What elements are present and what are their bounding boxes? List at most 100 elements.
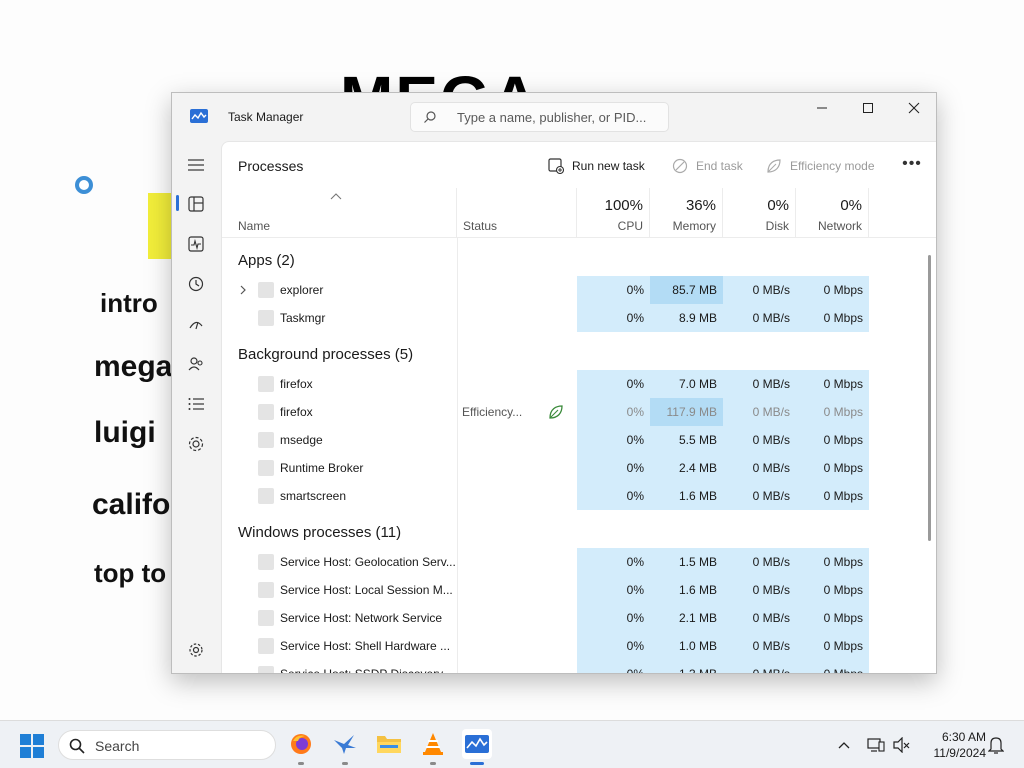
process-row[interactable]: Service Host: Local Session M... 0% 1.6 MB… (222, 576, 922, 604)
process-row[interactable]: msedge 0% 5.5 MB 0 MB/s 0 Mbps (222, 426, 922, 454)
end-task-label: End task (696, 159, 743, 173)
process-row[interactable]: Service Host: Network Service 0% 2.1 MB 0 M… (222, 604, 922, 632)
process-row[interactable]: explorer 0% 85.7 MB 0 MB/s 0 Mbps (222, 276, 922, 304)
details-icon[interactable] (186, 394, 206, 414)
process-name: Service Host: SSDP Discovery (280, 667, 444, 674)
notifications-button[interactable] (986, 735, 1006, 755)
background-word: top to (94, 558, 167, 588)
process-memory: 1.3 MB (678, 667, 717, 674)
process-row[interactable]: Service Host: SSDP Discovery 0% 1.3 MB 0 MB… (222, 660, 922, 674)
process-memory: 1.6 MB (678, 583, 717, 597)
volume-muted-button[interactable] (892, 735, 912, 755)
process-name: Runtime Broker (280, 461, 364, 475)
taskbar-search[interactable]: Search (58, 730, 276, 760)
process-icon (258, 310, 274, 326)
process-name: explorer (280, 283, 324, 297)
process-row[interactable]: Taskmgr 0% 8.9 MB 0 MB/s 0 Mbps (222, 304, 922, 332)
process-disk: 0 MB/s (752, 433, 790, 447)
search-placeholder: Type a name, publisher, or PID... (457, 110, 647, 125)
process-cpu: 0% (626, 283, 644, 297)
minimize-button[interactable] (799, 93, 845, 123)
taskbar-app-bird[interactable] (330, 729, 360, 765)
disk-total: 0% (767, 197, 789, 214)
memory-column-header[interactable]: 36% Memory (650, 188, 723, 238)
group-header-background[interactable]: Background processes (5) (238, 346, 413, 363)
file-explorer-icon (377, 736, 401, 753)
process-memory: 85.7 MB (672, 283, 717, 297)
close-button[interactable] (891, 93, 936, 123)
cpu-column-header[interactable]: 100% CPU (577, 188, 650, 238)
process-name: smartscreen (280, 489, 347, 503)
process-memory: 117.9 MB (666, 405, 717, 419)
process-icon (258, 666, 274, 673)
system-clock[interactable]: 6:30 AM 11/9/2024 (920, 729, 987, 761)
process-disk: 0 MB/s (752, 377, 790, 391)
process-memory: 2.4 MB (678, 461, 717, 475)
status-column-header[interactable]: Status (457, 188, 577, 238)
sort-ascending-icon (330, 193, 342, 200)
process-network: 0 Mbps (823, 583, 863, 597)
run-new-task-button[interactable]: Run new task (548, 157, 645, 175)
process-row[interactable]: Runtime Broker 0% 2.4 MB 0 MB/s 0 Mbps (222, 454, 922, 482)
windows-start-icon[interactable] (20, 734, 44, 758)
taskbar: Search 6:30 AM 11/9/2024 (0, 720, 1024, 768)
process-cpu: 0% (626, 489, 644, 503)
process-disk: 0 MB/s (752, 583, 790, 597)
process-icon (258, 488, 274, 504)
app-history-icon[interactable] (186, 274, 206, 294)
page-title: Processes (238, 158, 304, 174)
chevron-right-icon[interactable] (238, 284, 248, 296)
settings-icon[interactable] (186, 640, 206, 660)
group-header-apps[interactable]: Apps (2) (238, 252, 295, 269)
process-row[interactable]: firefox Efficiency... 0% 117.9 MB 0 MB/s 0 Mb… (222, 398, 922, 426)
end-task-button[interactable]: End task (672, 157, 743, 175)
taskbar-app-task-manager[interactable] (462, 729, 492, 765)
process-cpu: 0% (626, 405, 644, 419)
taskbar-app-vlc[interactable] (418, 729, 448, 765)
process-row[interactable]: Service Host: Shell Hardware ... 0% 1.0 MB… (222, 632, 922, 660)
title-bar[interactable]: Task Manager Type a name, publisher, or … (172, 93, 936, 141)
search-input[interactable]: Type a name, publisher, or PID... (410, 102, 669, 132)
column-header-row: Name Status 100% CPU 36% Memory 0% Disk … (222, 188, 936, 238)
process-disk: 0 MB/s (752, 311, 790, 325)
performance-icon[interactable] (186, 234, 206, 254)
show-hidden-icons-button[interactable] (834, 735, 854, 755)
process-cpu: 0% (626, 611, 644, 625)
process-row[interactable]: smartscreen 0% 1.6 MB 0 MB/s 0 Mbps (222, 482, 922, 510)
network-status-button[interactable] (866, 735, 886, 755)
disk-column-header[interactable]: 0% Disk (723, 188, 796, 238)
more-options-button[interactable]: ••• (902, 155, 922, 175)
efficiency-mode-button[interactable]: Efficiency mode (766, 157, 875, 175)
process-row[interactable]: firefox 0% 7.0 MB 0 MB/s 0 Mbps (222, 370, 922, 398)
users-icon[interactable] (186, 354, 206, 374)
process-name: Service Host: Network Service (280, 611, 443, 625)
memory-header-label: Memory (672, 219, 716, 233)
volume-muted-icon (893, 737, 910, 753)
process-disk: 0 MB/s (752, 405, 790, 419)
name-column-header[interactable]: Name (222, 188, 457, 238)
maximize-button[interactable] (845, 93, 891, 123)
menu-icon[interactable] (186, 155, 206, 175)
process-name: firefox (280, 377, 313, 391)
group-header-windows[interactable]: Windows processes (11) (238, 524, 401, 541)
window-title: Task Manager (228, 110, 304, 124)
startup-apps-icon[interactable] (186, 314, 206, 334)
name-header-label: Name (238, 219, 271, 233)
process-row[interactable]: Service Host: Geolocation Serv... 0% 1.5 M… (222, 548, 922, 576)
app-bird-icon (334, 735, 356, 754)
processes-icon[interactable] (186, 194, 206, 214)
process-memory: 1.0 MB (678, 639, 717, 653)
process-network: 0 Mbps (823, 461, 863, 475)
taskbar-app-file-explorer[interactable] (374, 729, 404, 759)
network-column-header[interactable]: 0% Network (796, 188, 869, 238)
process-cpu: 0% (626, 583, 644, 597)
taskbar-app-firefox[interactable] (286, 729, 316, 765)
process-memory: 5.5 MB (678, 433, 717, 447)
run-new-task-icon (548, 158, 564, 174)
processes-pane: Processes Run new task End task Efficien… (221, 141, 936, 674)
process-network: 0 Mbps (823, 377, 863, 391)
running-indicator (298, 762, 304, 765)
cpu-header-label: CPU (617, 219, 643, 233)
services-icon[interactable] (186, 434, 206, 454)
scrollbar[interactable] (928, 255, 931, 541)
